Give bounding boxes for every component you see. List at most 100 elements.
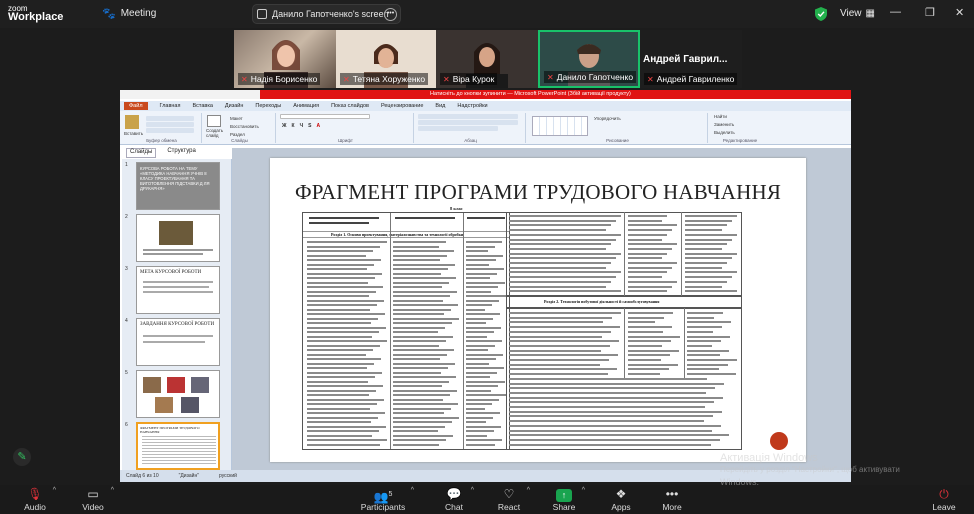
doc-text-line	[466, 353, 503, 356]
close-icon[interactable]: ✕	[955, 6, 964, 19]
participants-button[interactable]: 👥5 Participants ^	[360, 487, 414, 512]
annotate-pencil-icon[interactable]: ✎	[13, 448, 31, 466]
doc-text-line	[307, 371, 382, 374]
menu-file[interactable]: Файл	[124, 102, 148, 110]
doc-text-line	[393, 349, 454, 351]
doc-text-line	[393, 358, 440, 360]
doc-text-line	[628, 349, 679, 352]
slide-thumbnail-4[interactable]: ЗАВДАННЯ КУРСОВОЇ РОБОТИ	[136, 318, 220, 366]
new-slide-button[interactable]: Создать слайд	[206, 128, 228, 138]
shapes-gallery[interactable]	[532, 116, 588, 136]
slide-thumbnail-5[interactable]	[136, 370, 220, 418]
reset-button[interactable]: Восстановить	[230, 123, 259, 131]
doc-text-line	[393, 322, 452, 324]
italic-icon[interactable]: К	[292, 123, 295, 129]
doc-text-line	[393, 254, 447, 257]
tab-slides[interactable]: Слайды	[126, 148, 157, 158]
doc-text-line	[466, 358, 496, 360]
paste-button[interactable]: Вставить	[124, 131, 143, 136]
screen-share-indicator[interactable]: Данило Гапотченко's screen •••	[252, 4, 401, 24]
doc-text-line	[466, 362, 489, 365]
doc-text-line	[466, 385, 498, 387]
chevron-up-icon[interactable]: ^	[527, 487, 530, 494]
arrange-button[interactable]: Упорядочить	[594, 116, 621, 121]
more-button[interactable]: ••• More	[660, 487, 684, 512]
doc-text-line	[509, 290, 621, 293]
video-button[interactable]: ▭ Video ^	[80, 487, 114, 512]
doc-text-line	[466, 344, 495, 347]
section-heading: Розділ 1. Основи проектування, матеріало…	[331, 232, 464, 237]
menu-animation[interactable]: Анимация	[293, 103, 319, 109]
leave-button[interactable]: ⏻ Leave	[932, 487, 956, 512]
shared-screen[interactable]: Натисніть до кнопки зупинити — Microsoft…	[120, 90, 851, 482]
encryption-shield-icon[interactable]	[815, 7, 827, 21]
chevron-up-icon[interactable]: ^	[411, 487, 414, 494]
doc-text-line	[307, 416, 378, 419]
thumb-caption: КУРСОВА РОБОТА НА ТЕМУ «МЕТОДИКА НАВЧАНН…	[140, 166, 210, 191]
slide-thumbnail-1[interactable]: КУРСОВА РОБОТА НА ТЕМУ «МЕТОДИКА НАВЧАНН…	[136, 162, 220, 210]
share-button[interactable]: ↑ Share ^	[551, 487, 585, 512]
slide-thumbnail-3[interactable]: МЕТА КУРСОВОЇ РОБОТИ	[136, 266, 220, 314]
menu-insert[interactable]: Вставка	[192, 103, 212, 109]
doc-text-line	[307, 349, 373, 351]
menu-review[interactable]: Рецензирование	[381, 103, 423, 109]
find-button[interactable]: Найти	[714, 113, 770, 121]
react-button[interactable]: ♡ React ^	[496, 487, 530, 512]
doc-text-line	[307, 394, 369, 396]
participant-tile[interactable]: ✕ Тетяна Хоруженко	[336, 30, 436, 88]
participant-tile[interactable]: ✕ Віра Курок	[436, 30, 538, 88]
chevron-up-icon[interactable]: ^	[111, 487, 114, 494]
slide-thumbnail-2[interactable]	[136, 214, 220, 262]
apps-button[interactable]: ❖ Apps	[610, 487, 632, 512]
doc-text-line	[393, 403, 458, 405]
strike-icon[interactable]: S	[308, 123, 311, 129]
audio-button[interactable]: 🎙 Audio ^	[22, 487, 56, 512]
tab-outline[interactable]: Структура	[164, 148, 198, 158]
doc-text-line	[307, 430, 379, 432]
replace-button[interactable]: Заменить	[714, 121, 770, 129]
thumb-number: 6	[125, 422, 128, 428]
menu-view[interactable]: Вид	[435, 103, 445, 109]
participant-tile-active-speaker[interactable]: ✕ Данило Гапотченко	[538, 30, 640, 88]
slide-edit-area[interactable]: ФРАГМЕНТ ПРОГРАМИ ТРУДОВОГО НАВЧАННЯ 8 к…	[232, 148, 851, 470]
font-color-icon[interactable]: А	[316, 123, 320, 129]
doc-text-line	[685, 233, 737, 236]
doc-text-line	[393, 295, 450, 297]
slide-thumbnail-6-selected[interactable]: ФРАГМЕНТ ПРОГРАМИ ТРУДОВОГО НАВЧАННЯ	[136, 422, 220, 470]
menu-home[interactable]: Главная	[160, 103, 181, 109]
status-slide-count: Слайд 6 из 10	[126, 473, 159, 479]
doc-text-line	[509, 406, 705, 408]
participant-tile[interactable]: ✕ Надія Борисенко	[234, 30, 336, 88]
menu-slideshow[interactable]: Показ слайдов	[331, 103, 369, 109]
select-button[interactable]: Выделить	[714, 129, 770, 137]
doc-text-line	[509, 373, 608, 376]
menu-addins[interactable]: Надстройки	[457, 103, 487, 109]
doc-text-line	[509, 363, 600, 366]
program-table-right: Розділ 2. Технологія побутової діяльност…	[506, 212, 742, 450]
underline-icon[interactable]: Ч	[300, 123, 304, 129]
doc-text-line	[466, 335, 487, 338]
doc-text-line	[393, 245, 439, 248]
current-slide[interactable]: ФРАГМЕНТ ПРОГРАМИ ТРУДОВОГО НАВЧАННЯ 8 к…	[270, 158, 806, 462]
ppt-activation-banner: Натисніть до кнопки зупинити — Microsoft…	[260, 90, 851, 99]
restore-icon[interactable]: ❐	[925, 6, 935, 19]
paste-icon[interactable]	[125, 115, 139, 129]
layout-button[interactable]: Макет	[230, 115, 259, 123]
minimize-icon[interactable]: —	[890, 6, 901, 18]
doc-text-line	[307, 403, 377, 405]
view-menu-button[interactable]: View ▦	[840, 8, 875, 19]
chat-button[interactable]: 💬 Chat ^	[442, 487, 474, 512]
menu-design[interactable]: Дизайн	[225, 103, 244, 109]
chevron-up-icon[interactable]: ^	[582, 487, 585, 494]
doc-text-line	[307, 376, 375, 378]
chevron-up-icon[interactable]: ^	[471, 487, 474, 494]
meeting-info-button[interactable]: 🐾 Meeting	[102, 7, 156, 20]
doc-text-line	[509, 224, 611, 227]
new-slide-icon[interactable]	[207, 115, 221, 127]
bold-icon[interactable]: Ж	[282, 123, 287, 129]
doc-text-line	[685, 224, 727, 227]
more-options-icon[interactable]: •••	[384, 8, 397, 21]
doc-text-line	[509, 354, 618, 357]
chevron-up-icon[interactable]: ^	[53, 487, 56, 494]
menu-transitions[interactable]: Переходы	[255, 103, 281, 109]
